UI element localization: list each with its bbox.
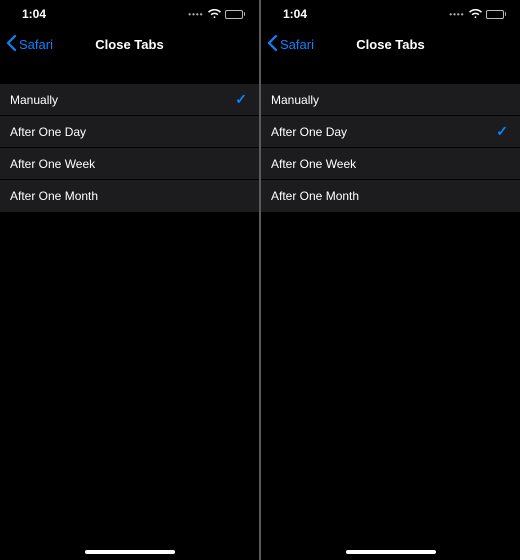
option-row[interactable]: After One Week ✓ [0,148,259,180]
status-right: •••• [449,9,506,19]
back-button[interactable]: Safari [267,35,314,54]
option-label: After One Day [10,125,86,139]
chevron-left-icon [267,35,278,54]
status-time: 1:04 [283,7,307,21]
status-bar: 1:04 •••• [0,0,259,28]
phone-screen-left: 1:04 •••• Safari Close Tabs Manually ✓ A… [0,0,259,560]
option-row[interactable]: After One Month ✓ [261,180,520,212]
chevron-left-icon [6,35,17,54]
option-row[interactable]: Manually ✓ [0,84,259,116]
wifi-icon [208,9,221,19]
options-list: Manually ✓ After One Day ✓ After One Wee… [261,84,520,212]
option-label: Manually [10,93,58,107]
home-indicator[interactable] [85,550,175,554]
option-row[interactable]: After One Day ✓ [0,116,259,148]
checkmark-icon: ✓ [496,123,508,140]
status-right: •••• [188,9,245,19]
option-row[interactable]: After One Day ✓ [261,116,520,148]
checkmark-icon: ✓ [235,91,247,108]
back-button[interactable]: Safari [6,35,53,54]
nav-bar: Safari Close Tabs [261,28,520,60]
option-label: After One Week [10,157,95,171]
back-label: Safari [19,37,53,52]
option-label: After One Day [271,125,347,139]
option-row[interactable]: After One Week ✓ [261,148,520,180]
cellular-icon: •••• [449,10,464,19]
status-time: 1:04 [22,7,46,21]
phone-screen-right: 1:04 •••• Safari Close Tabs Manually ✓ A… [261,0,520,560]
option-label: After One Week [271,157,356,171]
battery-icon [225,10,246,19]
option-row[interactable]: After One Month ✓ [0,180,259,212]
option-row[interactable]: Manually ✓ [261,84,520,116]
status-bar: 1:04 •••• [261,0,520,28]
cellular-icon: •••• [188,10,203,19]
nav-bar: Safari Close Tabs [0,28,259,60]
option-label: After One Month [10,189,98,203]
option-label: After One Month [271,189,359,203]
back-label: Safari [280,37,314,52]
wifi-icon [469,9,482,19]
option-label: Manually [271,93,319,107]
options-list: Manually ✓ After One Day ✓ After One Wee… [0,84,259,212]
home-indicator[interactable] [346,550,436,554]
battery-icon [486,10,507,19]
